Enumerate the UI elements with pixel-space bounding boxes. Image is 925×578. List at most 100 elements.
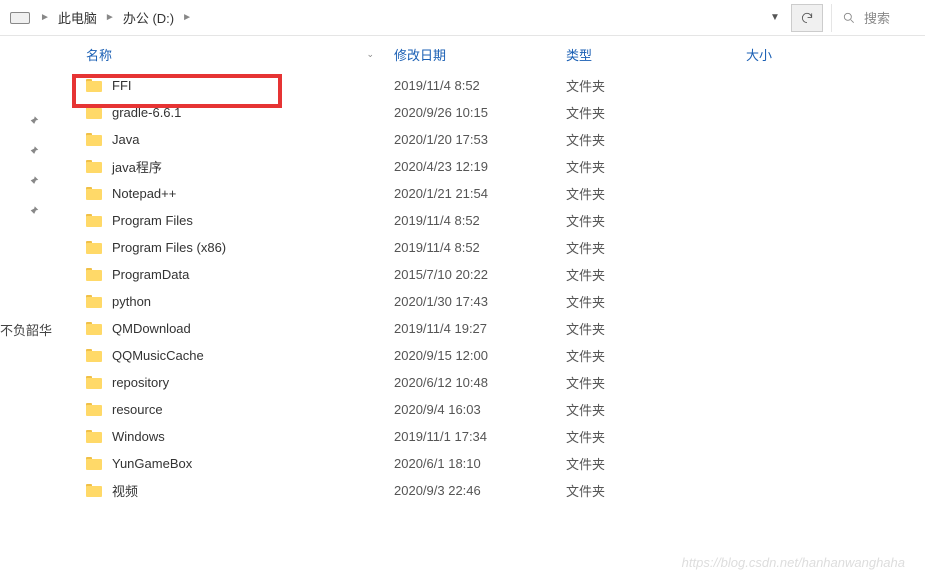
file-name: FFI (112, 78, 132, 93)
table-row[interactable]: Program Files2019/11/4 8:52文件夹 (86, 207, 925, 234)
file-name: Notepad++ (112, 186, 176, 201)
column-header-name[interactable]: 名称 ⌄ (86, 45, 394, 64)
table-row[interactable]: Program Files (x86)2019/11/4 8:52文件夹 (86, 234, 925, 261)
folder-icon (86, 295, 104, 309)
cell-name: Java (86, 132, 394, 147)
table-row[interactable]: Notepad++ 2020/1/21 21:54文件夹 (86, 180, 925, 207)
table-row[interactable]: java程序2020/4/23 12:19文件夹 (86, 153, 925, 180)
table-row[interactable]: QQMusicCache 2020/9/15 12:00文件夹 (86, 342, 925, 369)
cell-type: 文件夹 (566, 400, 746, 419)
table-row[interactable]: YunGameBox2020/6/1 18:10文件夹 (86, 450, 925, 477)
file-pane: 名称 ⌄ 修改日期 类型 大小 FFI2019/11/4 8:52文件夹grad… (58, 36, 925, 578)
file-name: QMDownload (112, 321, 191, 336)
file-name: python (112, 294, 151, 309)
cell-name: YunGameBox (86, 456, 394, 471)
cell-date: 2020/9/15 12:00 (394, 348, 566, 363)
cell-date: 2020/6/1 18:10 (394, 456, 566, 471)
file-name: ProgramData (112, 267, 189, 282)
side-watermark-text: 不负韶华 (0, 320, 52, 339)
column-label: 名称 (86, 45, 112, 64)
drive-icon (10, 11, 30, 25)
table-row[interactable]: Windows 2019/11/1 17:34文件夹 (86, 423, 925, 450)
main-area: 不负韶华 名称 ⌄ 修改日期 类型 大小 FFI2019/11/4 8:52文件… (0, 36, 925, 578)
chevron-right-icon[interactable]: ► (36, 12, 54, 23)
table-row[interactable]: gradle-6.6.12020/9/26 10:15文件夹 (86, 99, 925, 126)
cell-name: gradle-6.6.1 (86, 105, 394, 120)
pin-icon[interactable] (26, 174, 40, 188)
sidebar (0, 36, 58, 578)
cell-type: 文件夹 (566, 427, 746, 446)
folder-icon (86, 106, 104, 120)
folder-icon (86, 457, 104, 471)
table-row[interactable]: python 2020/1/30 17:43文件夹 (86, 288, 925, 315)
cell-type: 文件夹 (566, 184, 746, 203)
cell-date: 2020/1/21 21:54 (394, 186, 566, 201)
file-name: java程序 (112, 157, 162, 176)
breadcrumb-item[interactable]: 办公 (D:) (119, 8, 178, 27)
table-row[interactable]: ProgramData2015/7/10 20:22文件夹 (86, 261, 925, 288)
breadcrumb-item[interactable]: 此电脑 (54, 8, 101, 27)
column-headers: 名称 ⌄ 修改日期 类型 大小 (58, 36, 925, 72)
file-name: resource (112, 402, 163, 417)
table-row[interactable]: QMDownload2019/11/4 19:27文件夹 (86, 315, 925, 342)
cell-date: 2020/1/30 17:43 (394, 294, 566, 309)
column-header-date[interactable]: 修改日期 (394, 45, 566, 64)
folder-icon (86, 241, 104, 255)
table-row[interactable]: Java2020/1/20 17:53文件夹 (86, 126, 925, 153)
cell-date: 2020/9/4 16:03 (394, 402, 566, 417)
file-name: gradle-6.6.1 (112, 105, 181, 120)
chevron-right-icon[interactable]: ► (101, 12, 119, 23)
file-name: QQMusicCache (112, 348, 204, 363)
cell-type: 文件夹 (566, 157, 746, 176)
cell-type: 文件夹 (566, 319, 746, 338)
cell-name: QMDownload (86, 321, 394, 336)
cell-date: 2020/1/20 17:53 (394, 132, 566, 147)
sort-indicator-icon: ⌄ (366, 49, 374, 60)
file-name: 视频 (112, 481, 138, 500)
column-header-size[interactable]: 大小 (746, 45, 925, 64)
folder-icon (86, 214, 104, 228)
cell-date: 2019/11/4 8:52 (394, 78, 566, 93)
folder-icon (86, 376, 104, 390)
cell-name: Program Files (x86) (86, 240, 394, 255)
pin-icon[interactable] (26, 114, 40, 128)
cell-type: 文件夹 (566, 103, 746, 122)
table-row[interactable]: repository2020/6/12 10:48文件夹 (86, 369, 925, 396)
folder-icon (86, 430, 104, 444)
table-row[interactable]: FFI2019/11/4 8:52文件夹 (86, 72, 925, 99)
folder-icon (86, 268, 104, 282)
cell-type: 文件夹 (566, 346, 746, 365)
folder-icon (86, 484, 104, 498)
cell-date: 2019/11/4 8:52 (394, 240, 566, 255)
cell-date: 2019/11/1 17:34 (394, 429, 566, 444)
refresh-button[interactable] (791, 4, 823, 32)
address-dropdown[interactable]: ▼ (761, 4, 789, 32)
file-name: Windows (112, 429, 165, 444)
table-row[interactable]: resource 2020/9/4 16:03文件夹 (86, 396, 925, 423)
folder-icon (86, 349, 104, 363)
cell-type: 文件夹 (566, 481, 746, 500)
cell-name: resource (86, 402, 394, 417)
cell-type: 文件夹 (566, 292, 746, 311)
cell-name: Notepad++ (86, 186, 394, 201)
cell-type: 文件夹 (566, 130, 746, 149)
cell-type: 文件夹 (566, 265, 746, 284)
file-name: repository (112, 375, 169, 390)
chevron-right-icon[interactable]: ► (178, 12, 196, 23)
pin-icon[interactable] (26, 204, 40, 218)
pin-icon[interactable] (26, 144, 40, 158)
file-name: YunGameBox (112, 456, 192, 471)
address-bar: ► 此电脑 ► 办公 (D:) ► ▼ 搜索 (0, 0, 925, 36)
cell-type: 文件夹 (566, 373, 746, 392)
cell-name: python (86, 294, 394, 309)
table-row[interactable]: 视频2020/9/3 22:46文件夹 (86, 477, 925, 504)
cell-name: repository (86, 375, 394, 390)
folder-icon (86, 133, 104, 147)
search-input[interactable]: 搜索 (831, 4, 921, 32)
cell-type: 文件夹 (566, 238, 746, 257)
column-header-type[interactable]: 类型 (566, 45, 746, 64)
cell-name: 视频 (86, 481, 394, 500)
cell-name: FFI (86, 78, 394, 93)
search-icon (842, 11, 856, 25)
cell-name: Program Files (86, 213, 394, 228)
